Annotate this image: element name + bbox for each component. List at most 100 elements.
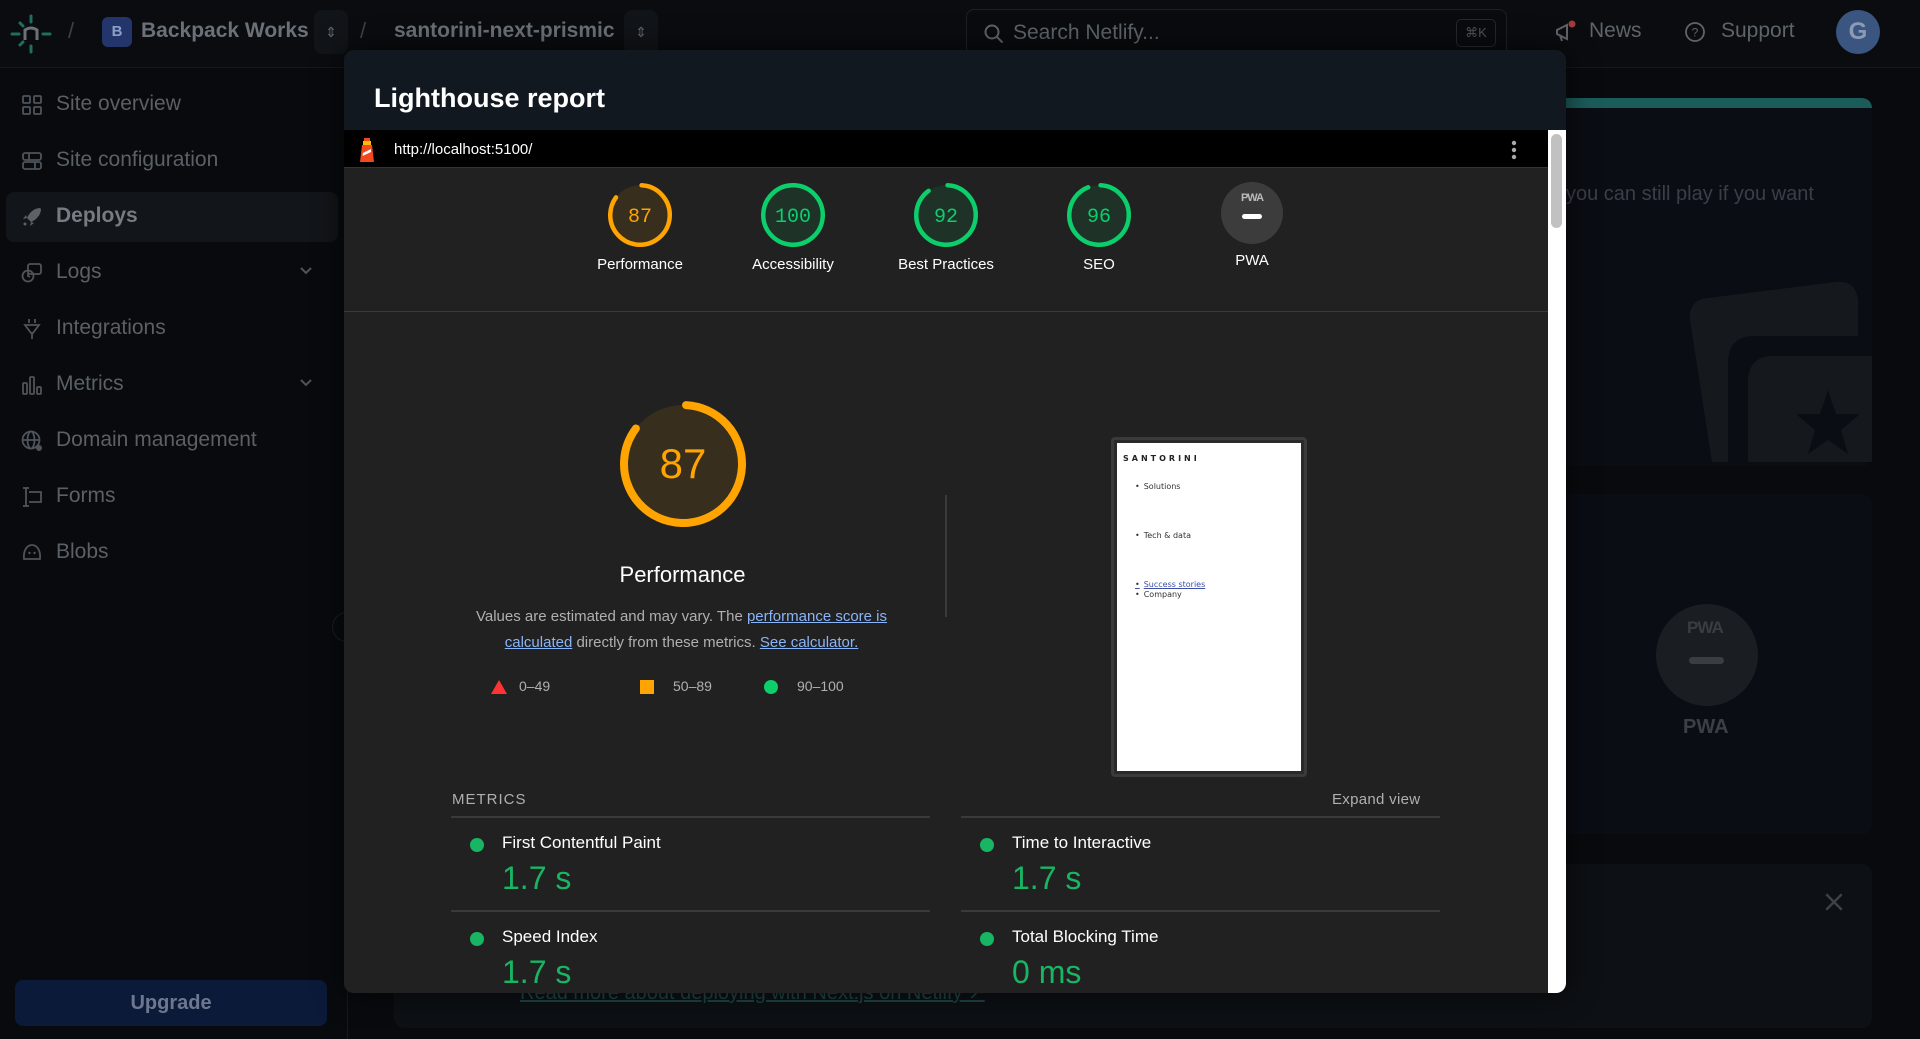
sidebar-item-label: Logs <box>56 260 102 284</box>
lighthouse-icon <box>358 138 376 162</box>
gauge-performance[interactable]: 87 Performance <box>570 182 710 273</box>
breadcrumb-separator: / <box>68 18 74 44</box>
sidebar-item-deploys[interactable]: Deploys <box>6 192 338 242</box>
close-icon[interactable] <box>1820 888 1848 916</box>
sidebar-item-label: Site configuration <box>56 148 218 172</box>
background-pwa-badge-text: PWA <box>1687 618 1723 638</box>
news-link[interactable]: News <box>1589 19 1642 43</box>
gauge-score: 87 <box>628 206 652 229</box>
pass-circle-icon <box>980 838 994 852</box>
sidebar-item-blobs[interactable]: Blobs <box>6 528 338 578</box>
pwa-dash-icon <box>1242 214 1262 219</box>
metric-first-contentful-paint: First Contentful Paint 1.7 s <box>451 816 930 910</box>
performance-score-gauge: 87 <box>619 400 747 528</box>
screenshot-nav-item: Success stories <box>1135 580 1205 589</box>
netlify-logo-icon[interactable] <box>10 14 52 54</box>
chevron-up-down-icon: ⇕ <box>325 24 337 40</box>
sidebar-nav: Site overview Site configuration Deploys… <box>0 68 348 1039</box>
legend-range-pass: 90–100 <box>797 678 844 694</box>
section-divider <box>945 495 947 617</box>
sidebar-item-forms[interactable]: Forms <box>6 472 338 522</box>
pass-circle-icon <box>980 932 994 946</box>
screenshot-nav-item: Solutions <box>1135 482 1180 491</box>
sidebar-item-domain-management[interactable]: Domain management <box>6 416 338 466</box>
breadcrumb-separator: / <box>360 18 366 44</box>
app: / B Backpack Works ⇕ / santorini-next-pr… <box>0 0 1920 1039</box>
metric-total-blocking-time: Total Blocking Time 0 ms <box>961 910 1440 993</box>
report-topbar: http://localhost:5100/ <box>344 130 1548 168</box>
metric-value: 1.7 s <box>1012 860 1081 897</box>
gauge-label: PWA <box>1182 252 1322 269</box>
chevron-down-icon[interactable] <box>296 373 316 393</box>
grid-icon <box>20 93 44 117</box>
metric-value: 1.7 s <box>502 954 571 991</box>
sidebar-item-label: Site overview <box>56 92 181 116</box>
metrics-column-right: Time to Interactive 1.7 s Total Blocking… <box>961 816 1440 993</box>
chevron-up-down-icon: ⇕ <box>635 24 647 40</box>
metric-label: Total Blocking Time <box>1012 927 1158 947</box>
logs-icon <box>20 261 44 285</box>
report-scrollbar[interactable] <box>1548 130 1566 993</box>
pass-circle-icon <box>470 838 484 852</box>
fail-triangle-icon <box>491 680 507 694</box>
sidebar-item-metrics[interactable]: Metrics <box>6 360 338 410</box>
pwa-badge-icon: PWA <box>1221 182 1283 244</box>
config-icon <box>20 149 44 173</box>
search-shortcut-hint: ⌘K <box>1456 19 1496 47</box>
gauge-score: 100 <box>775 206 811 229</box>
sidebar-item-label: Forms <box>56 484 116 508</box>
expand-view-button[interactable]: Expand view <box>1332 791 1420 808</box>
scrollbar-thumb[interactable] <box>1551 134 1562 228</box>
gauge-seo[interactable]: 96 SEO <box>1029 182 1169 273</box>
sidebar-item-label: Blobs <box>56 540 109 564</box>
score-gauge: 92 <box>913 182 979 248</box>
form-icon <box>20 485 44 509</box>
category-gauges: 87 Performance 100 Accessibility 92 Best… <box>344 168 1548 312</box>
screenshot-nav-item: Tech & data <box>1135 531 1191 540</box>
report-url: http://localhost:5100/ <box>394 141 532 158</box>
sidebar-item-label: Domain management <box>56 428 257 452</box>
legend-range-average: 50–89 <box>673 678 712 694</box>
team-name-link[interactable]: Backpack Works <box>141 19 309 43</box>
gauge-best-practices[interactable]: 92 Best Practices <box>876 182 1016 273</box>
gauge-label: Performance <box>570 256 710 273</box>
megaphone-icon <box>1553 20 1577 44</box>
metric-label: Time to Interactive <box>1012 833 1151 853</box>
desc-text: directly from these metrics. <box>572 634 760 651</box>
sidebar-item-site-overview[interactable]: Site overview <box>6 80 338 130</box>
background-pwa-dash <box>1689 657 1724 664</box>
screenshot-page: SANTORINI Solutions Tech & data Success … <box>1117 443 1301 771</box>
metric-label: Speed Index <box>502 927 597 947</box>
sidebar-item-label: Integrations <box>56 316 166 340</box>
see-calculator-link[interactable]: See calculator. <box>760 634 858 651</box>
metric-speed-index: Speed Index 1.7 s <box>451 910 930 993</box>
upgrade-button[interactable]: Upgrade <box>15 980 327 1026</box>
score-gauge: 87 <box>607 182 673 248</box>
background-pwa-label: PWA <box>1683 716 1729 739</box>
sidebar-item-logs[interactable]: Logs <box>6 248 338 298</box>
more-options-icon[interactable] <box>1506 138 1522 162</box>
gauge-label: SEO <box>1029 256 1169 273</box>
sidebar-item-integrations[interactable]: Integrations <box>6 304 338 354</box>
team-switcher-button[interactable]: ⇕ <box>314 10 348 54</box>
bar-chart-icon <box>20 373 44 397</box>
pass-circle-icon <box>764 680 778 694</box>
illustration-cards-star-icon <box>1686 280 1872 462</box>
final-screenshot[interactable]: SANTORINI Solutions Tech & data Success … <box>1111 437 1307 777</box>
sidebar-item-site-configuration[interactable]: Site configuration <box>6 136 338 186</box>
average-square-icon <box>640 680 654 694</box>
performance-description: Values are estimated and may vary. The p… <box>459 604 904 656</box>
chevron-down-icon[interactable] <box>296 261 316 281</box>
sidebar-item-label: Deploys <box>56 204 138 228</box>
site-name-link[interactable]: santorini-next-prismic <box>394 19 615 43</box>
globe-icon <box>20 429 44 453</box>
site-switcher-button[interactable]: ⇕ <box>624 10 658 54</box>
gauge-score: 96 <box>1087 206 1111 229</box>
support-link[interactable]: Support <box>1721 19 1795 43</box>
gauge-label: Best Practices <box>876 256 1016 273</box>
gauge-pwa[interactable]: PWA PWA <box>1182 182 1322 269</box>
gauge-accessibility[interactable]: 100 Accessibility <box>723 182 863 273</box>
user-avatar[interactable]: G <box>1836 10 1880 54</box>
background-card-text: you can still play if you want <box>1566 183 1814 206</box>
pass-circle-icon <box>470 932 484 946</box>
